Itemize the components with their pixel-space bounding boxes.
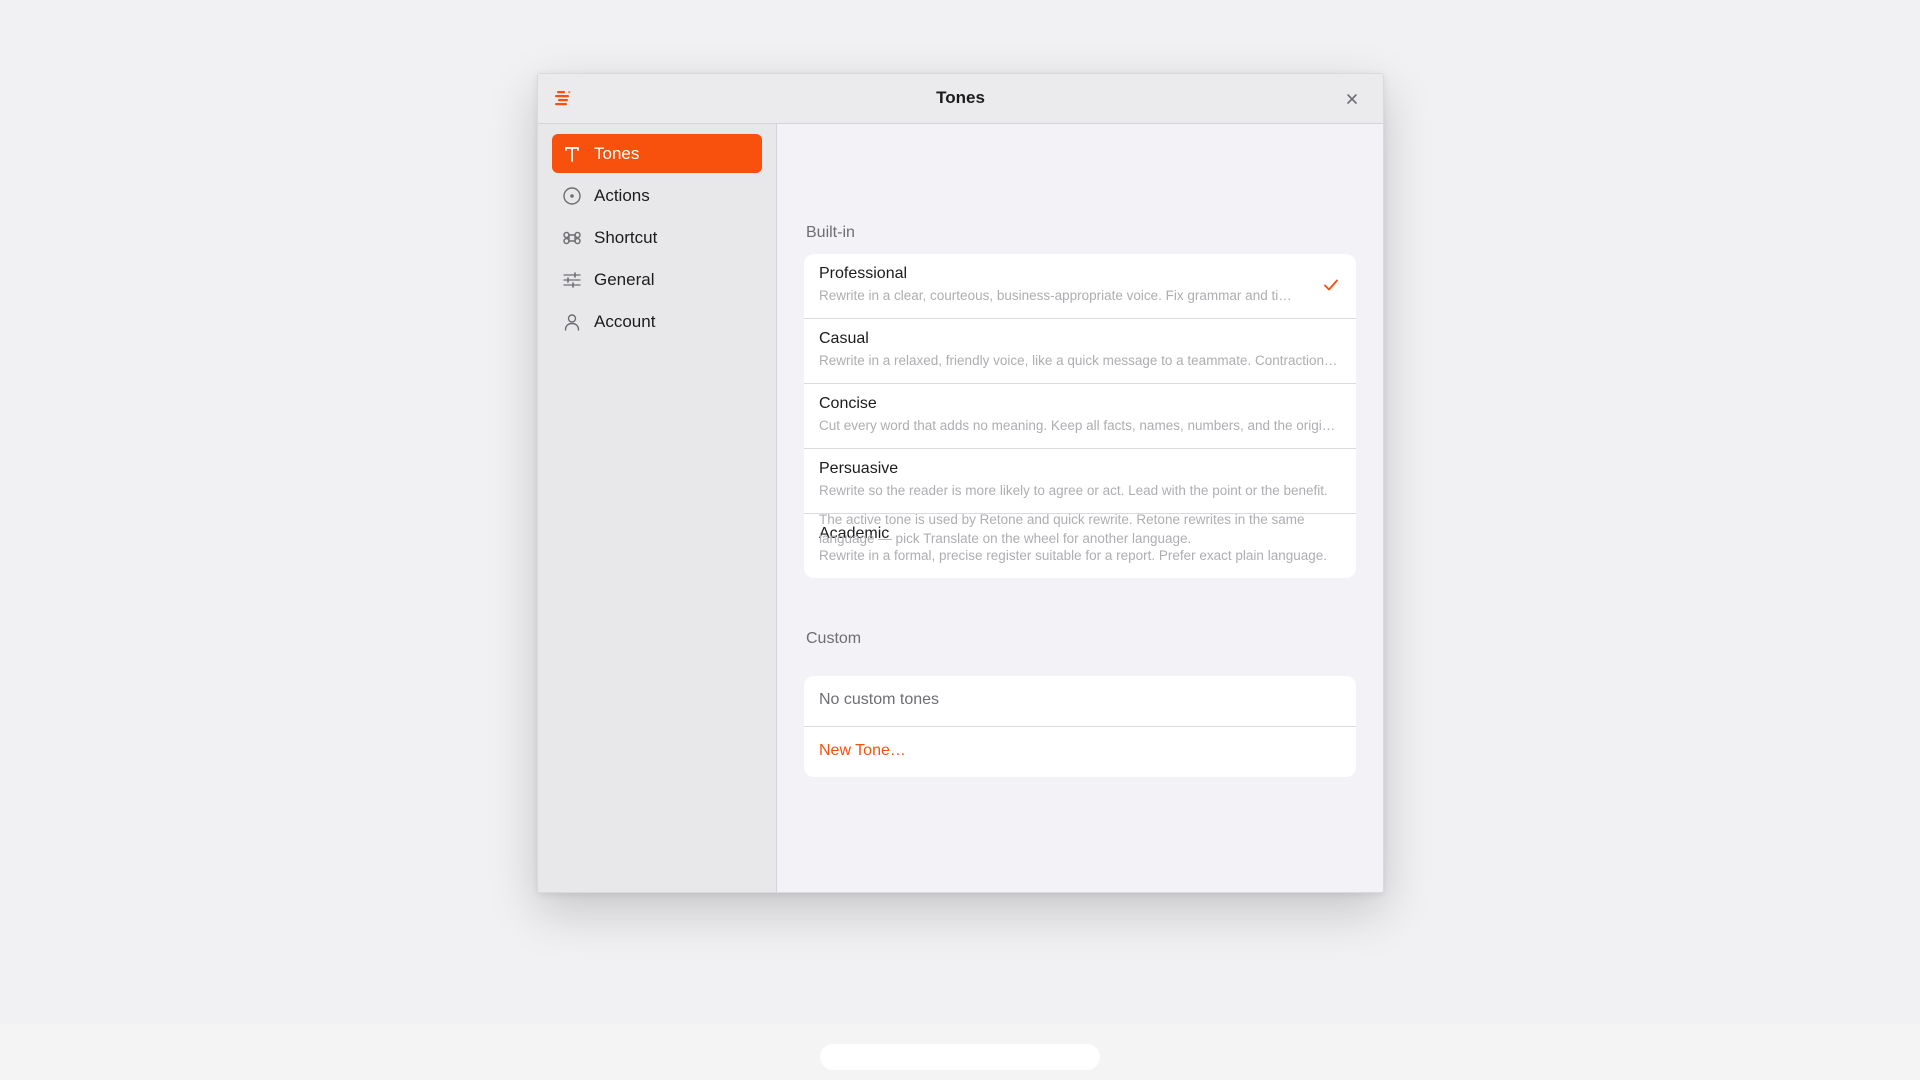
tone-name: Casual (819, 330, 869, 347)
title-bar: Tones (538, 74, 1383, 124)
custom-empty-text: No custom tones (819, 691, 940, 708)
window-title: Tones (936, 88, 985, 107)
tone-description: Rewrite in a relaxed, friendly voice, li… (819, 353, 1339, 368)
close-icon (1347, 94, 1357, 104)
content-pane: Built-in Professional Rewrite in a clear… (777, 124, 1383, 892)
custom-tones-group: No custom tones New Tone… (804, 676, 1356, 777)
sidebar-item-actions[interactable]: Actions (552, 176, 762, 215)
sliders-icon (561, 269, 583, 291)
custom-empty-row: No custom tones (804, 676, 1356, 727)
command-icon (561, 227, 583, 249)
text-t-icon (561, 143, 583, 165)
tone-row-professional[interactable]: Professional Rewrite in a clear, courteo… (804, 254, 1356, 319)
new-tone-row[interactable]: New Tone… (804, 727, 1356, 777)
sidebar-item-tones[interactable]: Tones (552, 134, 762, 173)
tone-name: Professional (819, 265, 908, 282)
dock-bar[interactable] (820, 1044, 1100, 1070)
tone-description: Cut every word that adds no meaning. Kee… (819, 418, 1339, 433)
circle-dot-icon (561, 185, 583, 207)
sidebar-item-label: Account (594, 311, 656, 331)
tone-name: Concise (819, 395, 877, 412)
new-tone-button[interactable]: New Tone… (819, 742, 906, 760)
tone-description: Rewrite in a clear, courteous, business-… (819, 288, 1299, 303)
tone-row-concise[interactable]: Concise Cut every word that adds no mean… (804, 384, 1356, 449)
sidebar-item-label: General (594, 269, 655, 289)
section-title-builtin: Built-in (806, 224, 855, 241)
tone-row-casual[interactable]: Casual Rewrite in a relaxed, friendly vo… (804, 319, 1356, 384)
sidebar-item-label: Actions (594, 185, 650, 205)
tone-description: Rewrite in a formal, precise register su… (819, 548, 1327, 563)
sidebar-item-label: Shortcut (594, 227, 658, 247)
builtin-footnote: The active tone is used by Retone and qu… (819, 512, 1305, 546)
tone-name: Persuasive (819, 460, 899, 477)
sidebar-item-account[interactable]: Account (552, 302, 762, 341)
sidebar-item-general[interactable]: General (552, 260, 762, 299)
sidebar: Tones Actions Shortcut General Account (538, 124, 777, 892)
tone-row-persuasive[interactable]: Persuasive Rewrite so the reader is more… (804, 449, 1356, 514)
checkmark-icon (1322, 276, 1340, 294)
sidebar-item-label: Tones (594, 143, 640, 163)
person-icon (561, 311, 583, 333)
sidebar-item-shortcut[interactable]: Shortcut (552, 218, 762, 257)
section-title-custom: Custom (806, 630, 862, 647)
settings-window: Tones Tones Actions Shortcut General Acc… (537, 73, 1384, 893)
close-button[interactable] (1343, 90, 1361, 108)
tone-description: Rewrite so the reader is more likely to … (819, 483, 1328, 498)
